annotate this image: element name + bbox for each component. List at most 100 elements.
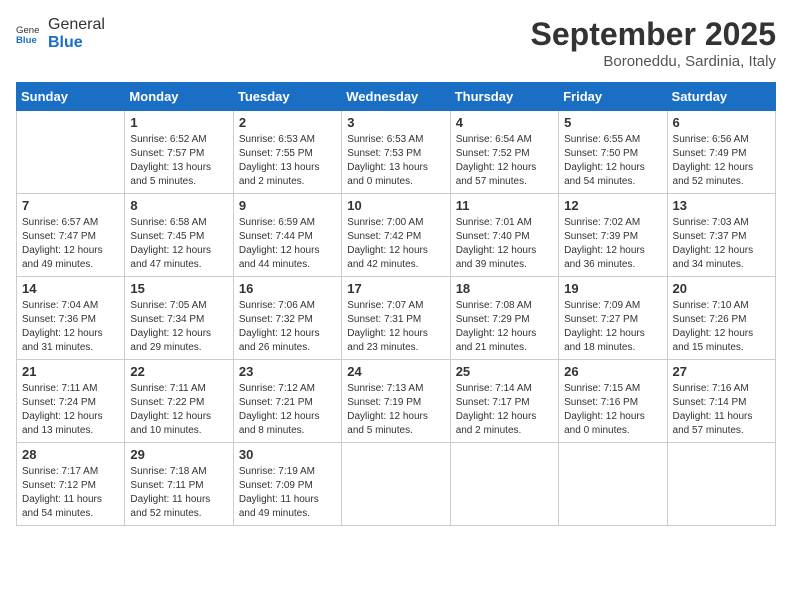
calendar-cell: 11Sunrise: 7:01 AM Sunset: 7:40 PM Dayli… bbox=[450, 194, 558, 277]
day-info: Sunrise: 6:57 AM Sunset: 7:47 PM Dayligh… bbox=[22, 216, 119, 272]
day-number: 13 bbox=[673, 198, 770, 213]
day-info: Sunrise: 6:58 AM Sunset: 7:45 PM Dayligh… bbox=[130, 216, 227, 272]
day-info: Sunrise: 7:11 AM Sunset: 7:22 PM Dayligh… bbox=[130, 382, 227, 438]
day-number: 26 bbox=[564, 364, 661, 379]
calendar-week-4: 21 Sunrise: 7:11 AM Sunset: 7:24 PM Dayli… bbox=[17, 360, 776, 443]
day-info: Sunrise: 7:17 AM Sunset: 7:12 PM Dayligh… bbox=[22, 465, 119, 521]
calendar-table: SundayMondayTuesdayWednesdayThursdayFrid… bbox=[16, 82, 776, 526]
day-info: Sunrise: 6:54 AM Sunset: 7:52 PM Dayligh… bbox=[456, 133, 553, 189]
calendar-cell bbox=[17, 111, 125, 194]
title-block: September 2025 Boroneddu, Sardinia, Ital… bbox=[531, 16, 776, 70]
day-info: Sunrise: 7:04 AM Sunset: 7:36 PM Dayligh… bbox=[22, 299, 119, 355]
calendar-cell: 22 Sunrise: 7:11 AM Sunset: 7:22 PM Dayli… bbox=[125, 360, 233, 443]
day-info: Sunrise: 6:55 AM Sunset: 7:50 PM Dayligh… bbox=[564, 133, 661, 189]
page-header: General Blue General Blue September 2025… bbox=[16, 16, 776, 70]
calendar-cell: 3Sunrise: 6:53 AM Sunset: 7:53 PM Daylig… bbox=[342, 111, 450, 194]
logo: General Blue General Blue bbox=[16, 16, 105, 51]
col-header-saturday: Saturday bbox=[667, 83, 775, 111]
day-info: Sunrise: 7:09 AM Sunset: 7:27 PM Dayligh… bbox=[564, 299, 661, 355]
logo-icon: General Blue bbox=[16, 22, 40, 46]
day-number: 20 bbox=[673, 281, 770, 296]
calendar-cell: 5Sunrise: 6:55 AM Sunset: 7:50 PM Daylig… bbox=[559, 111, 667, 194]
calendar-cell bbox=[342, 443, 450, 526]
day-info: Sunrise: 6:56 AM Sunset: 7:49 PM Dayligh… bbox=[673, 133, 770, 189]
calendar-cell: 26 Sunrise: 7:15 AM Sunset: 7:16 PM Dayli… bbox=[559, 360, 667, 443]
calendar-cell: 15 Sunrise: 7:05 AM Sunset: 7:34 PM Dayli… bbox=[125, 277, 233, 360]
day-info: Sunrise: 7:19 AM Sunset: 7:09 PM Dayligh… bbox=[239, 465, 336, 521]
logo-general: General bbox=[48, 16, 105, 34]
logo-blue: Blue bbox=[48, 34, 105, 52]
day-number: 1 bbox=[130, 115, 227, 130]
day-number: 19 bbox=[564, 281, 661, 296]
calendar-cell bbox=[559, 443, 667, 526]
day-info: Sunrise: 7:14 AM Sunset: 7:17 PM Dayligh… bbox=[456, 382, 553, 438]
day-number: 21 bbox=[22, 364, 119, 379]
svg-text:Blue: Blue bbox=[16, 34, 37, 45]
day-number: 22 bbox=[130, 364, 227, 379]
day-number: 29 bbox=[130, 447, 227, 462]
day-info: Sunrise: 6:53 AM Sunset: 7:55 PM Dayligh… bbox=[239, 133, 336, 189]
day-number: 27 bbox=[673, 364, 770, 379]
day-number: 4 bbox=[456, 115, 553, 130]
calendar-cell: 20 Sunrise: 7:10 AM Sunset: 7:26 PM Dayli… bbox=[667, 277, 775, 360]
day-number: 17 bbox=[347, 281, 444, 296]
day-number: 16 bbox=[239, 281, 336, 296]
col-header-monday: Monday bbox=[125, 83, 233, 111]
day-number: 28 bbox=[22, 447, 119, 462]
day-number: 15 bbox=[130, 281, 227, 296]
day-info: Sunrise: 7:16 AM Sunset: 7:14 PM Dayligh… bbox=[673, 382, 770, 438]
calendar-cell: 16 Sunrise: 7:06 AM Sunset: 7:32 PM Dayli… bbox=[233, 277, 341, 360]
day-number: 12 bbox=[564, 198, 661, 213]
calendar-cell: 2 Sunrise: 6:53 AM Sunset: 7:55 PM Daylig… bbox=[233, 111, 341, 194]
calendar-cell: 7 Sunrise: 6:57 AM Sunset: 7:47 PM Daylig… bbox=[17, 194, 125, 277]
day-number: 8 bbox=[130, 198, 227, 213]
day-info: Sunrise: 7:12 AM Sunset: 7:21 PM Dayligh… bbox=[239, 382, 336, 438]
day-info: Sunrise: 6:59 AM Sunset: 7:44 PM Dayligh… bbox=[239, 216, 336, 272]
calendar-week-1: 1 Sunrise: 6:52 AM Sunset: 7:57 PM Daylig… bbox=[17, 111, 776, 194]
calendar-cell bbox=[450, 443, 558, 526]
day-info: Sunrise: 7:07 AM Sunset: 7:31 PM Dayligh… bbox=[347, 299, 444, 355]
calendar-cell: 4 Sunrise: 6:54 AM Sunset: 7:52 PM Daylig… bbox=[450, 111, 558, 194]
calendar-cell: 8 Sunrise: 6:58 AM Sunset: 7:45 PM Daylig… bbox=[125, 194, 233, 277]
calendar-cell: 9 Sunrise: 6:59 AM Sunset: 7:44 PM Daylig… bbox=[233, 194, 341, 277]
day-info: Sunrise: 7:03 AM Sunset: 7:37 PM Dayligh… bbox=[673, 216, 770, 272]
calendar-cell: 1 Sunrise: 6:52 AM Sunset: 7:57 PM Daylig… bbox=[125, 111, 233, 194]
day-number: 10 bbox=[347, 198, 444, 213]
calendar-cell: 24Sunrise: 7:13 AM Sunset: 7:19 PM Dayli… bbox=[342, 360, 450, 443]
day-info: Sunrise: 7:11 AM Sunset: 7:24 PM Dayligh… bbox=[22, 382, 119, 438]
day-info: Sunrise: 6:52 AM Sunset: 7:57 PM Dayligh… bbox=[130, 133, 227, 189]
calendar-cell: 25Sunrise: 7:14 AM Sunset: 7:17 PM Dayli… bbox=[450, 360, 558, 443]
col-header-friday: Friday bbox=[559, 83, 667, 111]
col-header-thursday: Thursday bbox=[450, 83, 558, 111]
month-title: September 2025 bbox=[531, 16, 776, 53]
day-info: Sunrise: 7:05 AM Sunset: 7:34 PM Dayligh… bbox=[130, 299, 227, 355]
day-number: 30 bbox=[239, 447, 336, 462]
day-info: Sunrise: 7:15 AM Sunset: 7:16 PM Dayligh… bbox=[564, 382, 661, 438]
calendar-cell: 23 Sunrise: 7:12 AM Sunset: 7:21 PM Dayli… bbox=[233, 360, 341, 443]
calendar-cell: 10Sunrise: 7:00 AM Sunset: 7:42 PM Dayli… bbox=[342, 194, 450, 277]
calendar-week-2: 7 Sunrise: 6:57 AM Sunset: 7:47 PM Daylig… bbox=[17, 194, 776, 277]
day-info: Sunrise: 7:01 AM Sunset: 7:40 PM Dayligh… bbox=[456, 216, 553, 272]
location-title: Boroneddu, Sardinia, Italy bbox=[531, 53, 776, 70]
calendar-cell: 27 Sunrise: 7:16 AM Sunset: 7:14 PM Dayli… bbox=[667, 360, 775, 443]
calendar-cell: 28 Sunrise: 7:17 AM Sunset: 7:12 PM Dayli… bbox=[17, 443, 125, 526]
day-number: 23 bbox=[239, 364, 336, 379]
day-info: Sunrise: 7:10 AM Sunset: 7:26 PM Dayligh… bbox=[673, 299, 770, 355]
col-header-tuesday: Tuesday bbox=[233, 83, 341, 111]
day-number: 9 bbox=[239, 198, 336, 213]
calendar-cell: 18Sunrise: 7:08 AM Sunset: 7:29 PM Dayli… bbox=[450, 277, 558, 360]
day-number: 7 bbox=[22, 198, 119, 213]
day-number: 24 bbox=[347, 364, 444, 379]
calendar-cell: 29 Sunrise: 7:18 AM Sunset: 7:11 PM Dayli… bbox=[125, 443, 233, 526]
day-info: Sunrise: 7:06 AM Sunset: 7:32 PM Dayligh… bbox=[239, 299, 336, 355]
day-info: Sunrise: 7:08 AM Sunset: 7:29 PM Dayligh… bbox=[456, 299, 553, 355]
day-number: 14 bbox=[22, 281, 119, 296]
day-info: Sunrise: 7:18 AM Sunset: 7:11 PM Dayligh… bbox=[130, 465, 227, 521]
day-number: 3 bbox=[347, 115, 444, 130]
calendar-cell: 21 Sunrise: 7:11 AM Sunset: 7:24 PM Dayli… bbox=[17, 360, 125, 443]
calendar-week-5: 28 Sunrise: 7:17 AM Sunset: 7:12 PM Dayli… bbox=[17, 443, 776, 526]
day-number: 6 bbox=[673, 115, 770, 130]
day-number: 2 bbox=[239, 115, 336, 130]
calendar-cell: 19 Sunrise: 7:09 AM Sunset: 7:27 PM Dayli… bbox=[559, 277, 667, 360]
calendar-cell: 14 Sunrise: 7:04 AM Sunset: 7:36 PM Dayli… bbox=[17, 277, 125, 360]
